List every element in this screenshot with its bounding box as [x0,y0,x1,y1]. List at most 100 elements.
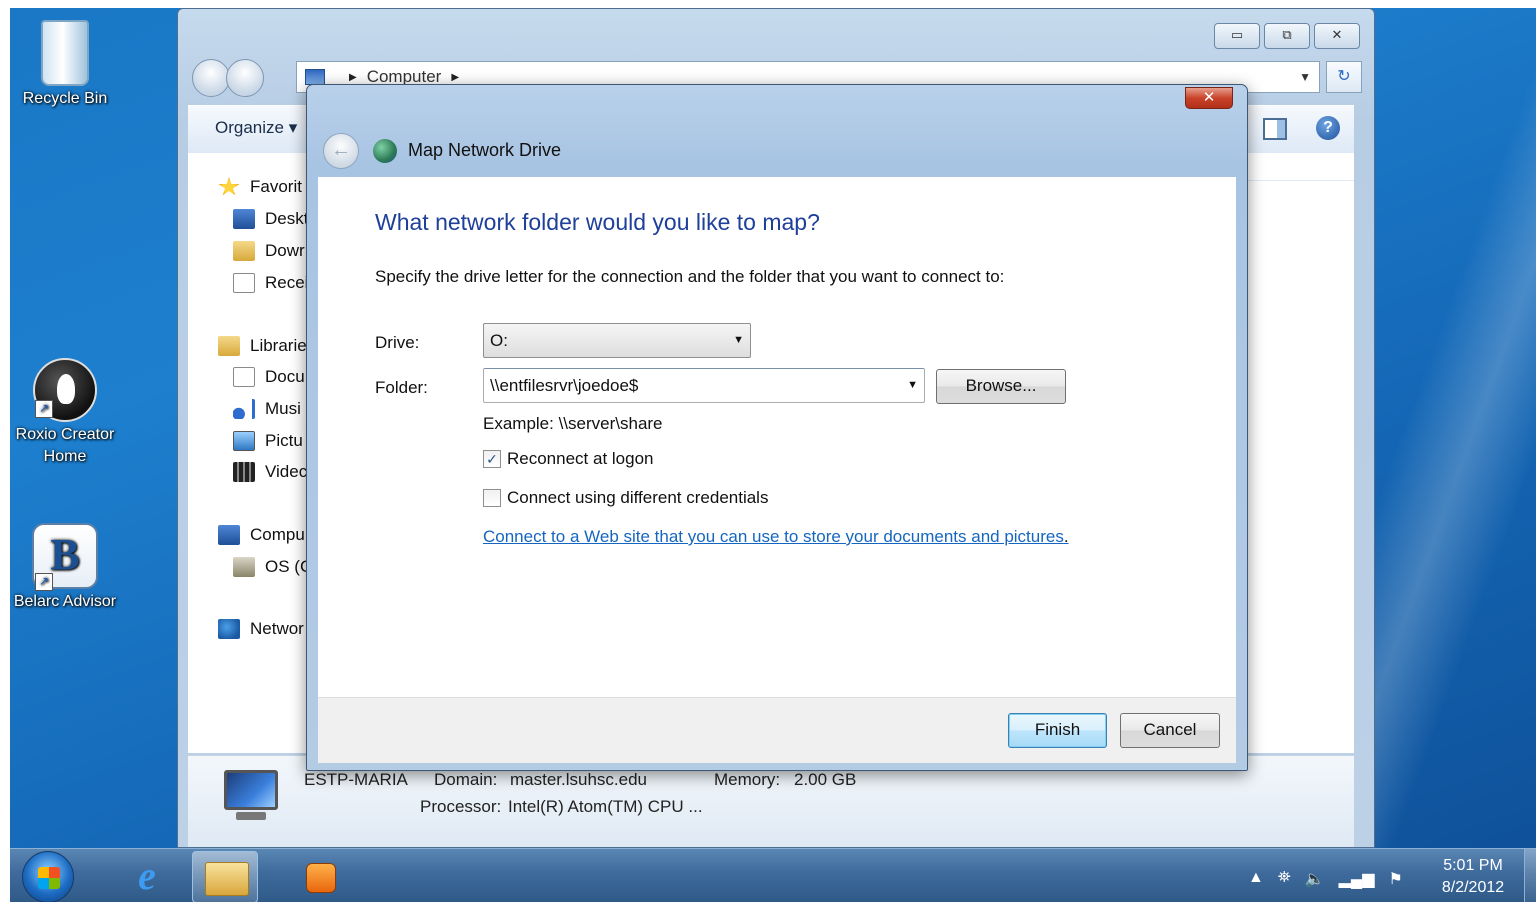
nav-network[interactable]: Networ [218,619,304,639]
credentials-checkbox-row[interactable]: Connect using different credentials [483,488,768,508]
documents-icon [233,367,255,387]
organize-menu[interactable]: Organize ▾ [215,118,297,138]
nav-os-drive[interactable]: OS (C [233,557,312,577]
clock-time: 5:01 PM [1443,857,1503,874]
dialog-footer: Finish Cancel [318,697,1236,763]
recycle-bin-shortcut[interactable]: Recycle Bin [10,20,120,110]
nav-desktop[interactable]: Deskt [233,209,308,229]
network-icon[interactable]: ⛯ [1278,869,1291,889]
show-desktop-button[interactable] [1524,849,1536,902]
close-button[interactable]: ✕ [1314,23,1360,49]
nav-videos[interactable]: Videc [233,462,307,482]
domain-value: master.lsuhsc.edu [510,770,648,789]
media-player-icon[interactable] [306,863,336,893]
processor-value: Intel(R) Atom(TM) CPU ... [508,797,703,816]
start-button[interactable] [22,851,74,902]
network-drive-icon [373,139,397,163]
nav-favorites[interactable]: Favorit [218,177,302,197]
help-icon[interactable]: ? [1316,116,1340,140]
recycle-bin-icon [41,20,89,86]
credentials-label: Connect using different credentials [507,488,769,507]
minimize-button[interactable]: ▭ [1214,23,1260,49]
browse-button[interactable]: Browse... [936,369,1066,404]
belarc-advisor-shortcut[interactable]: B ↗ Belarc Advisor [10,523,120,613]
folder-label: Folder: [375,378,428,397]
nav-label: Librarie [250,336,307,355]
libraries-icon [218,336,240,356]
forward-button[interactable] [226,59,264,97]
taskbar-explorer-button[interactable] [192,851,258,902]
nav-label: Dowr [265,241,305,260]
nav-label: Pictu [265,431,303,450]
nav-documents[interactable]: Docu [233,367,305,387]
folder-icon [205,862,249,896]
internet-explorer-icon[interactable]: e [126,856,168,897]
refresh-button[interactable]: ↻ [1326,61,1362,93]
nav-label: Networ [250,619,304,638]
action-center-icon[interactable]: ⚑ [1389,869,1403,889]
address-dropdown-icon[interactable]: ▼ [1299,70,1311,84]
roxio-creator-shortcut[interactable]: ↗ Roxio Creator Home [10,358,120,468]
volume-icon[interactable]: 🔈 [1305,869,1325,889]
nav-label: Docu [265,367,305,386]
system-tray: ▲ ⛯ 🔈 ▂▄▆ ⚑ [1248,869,1403,889]
reconnect-label: Reconnect at logon [507,449,654,468]
memory-value: 2.00 GB [794,770,857,789]
downloads-icon [233,241,255,261]
computer-icon [305,69,325,85]
star-icon [218,177,240,196]
dialog-close-button[interactable]: ✕ [1185,87,1233,109]
web-site-link[interactable]: Connect to a Web site that you can use t… [483,527,1069,547]
network-icon [218,619,240,639]
nav-libraries[interactable]: Librarie [218,336,307,356]
recycle-bin-label: Recycle Bin [22,90,108,107]
shortcut-arrow-icon: ↗ [35,400,53,418]
signal-icon[interactable]: ▂▄▆ [1339,869,1375,889]
computer-icon [218,525,240,545]
nav-label: Deskt [265,209,309,228]
maximize-button[interactable]: ⧉ [1264,23,1310,49]
dialog-instruction: Specify the drive letter for the connect… [375,267,1005,286]
recent-places-icon [233,273,255,293]
dialog-body: What network folder would you like to ma… [318,177,1236,697]
nav-label: Videc [265,462,308,481]
credentials-checkbox[interactable] [483,489,501,507]
nav-recent[interactable]: Recei [233,273,308,293]
finish-button[interactable]: Finish [1008,713,1107,748]
example-text: Example: \\server\share [483,414,663,433]
dialog-back-button[interactable]: ← [323,133,359,169]
pictures-icon [233,431,255,451]
domain-label: Domain: [434,770,498,789]
nav-computer[interactable]: Compu [218,525,305,545]
desktop-icon [233,209,255,229]
content-pane [1240,153,1354,753]
nav-label: Favorit [250,177,302,196]
map-network-drive-dialog: ✕ ← Map Network Drive What network folde… [306,84,1248,771]
folder-value: \\entfilesrvr\joedoe$ [490,376,639,395]
processor-label: Processor: [420,797,502,816]
nav-label: Recei [265,273,309,292]
show-hidden-icons-icon[interactable]: ▲ [1248,869,1264,889]
reconnect-checkbox[interactable]: ✓ [483,450,501,468]
folder-input[interactable]: \\entfilesrvr\joedoe$ ▼ [483,368,925,403]
navigation-buttons [192,59,264,97]
clock[interactable]: 5:01 PM 8/2/2012 [1428,855,1518,899]
nav-pictures[interactable]: Pictu [233,431,303,451]
breadcrumb-arrow-icon[interactable]: ▶ [451,72,459,83]
drive-icon [233,557,255,577]
preview-pane-icon[interactable] [1263,118,1287,140]
nav-music[interactable]: Musi [233,399,301,419]
taskbar: e ▲ ⛯ 🔈 ▂▄▆ ⚑ 5:01 PM 8/2/2012 [10,848,1536,902]
reconnect-checkbox-row[interactable]: ✓ Reconnect at logon [483,449,654,469]
computer-name: ESTP-MARIA [304,770,408,789]
navigation-pane: Favorit Deskt Dowr Recei Librarie Docu M… [188,153,318,753]
window-controls: ▭ ⧉ ✕ [1214,23,1360,49]
drive-select[interactable]: O: ▼ [483,323,751,358]
nav-label: Musi [265,399,301,418]
cancel-button[interactable]: Cancel [1120,713,1220,748]
link-text[interactable]: Connect to a Web site that you can use t… [483,527,1064,546]
back-button[interactable] [192,59,230,97]
breadcrumb-arrow-icon[interactable]: ▶ [349,72,357,83]
nav-downloads[interactable]: Dowr [233,241,305,261]
chevron-down-icon[interactable]: ▼ [907,369,918,402]
